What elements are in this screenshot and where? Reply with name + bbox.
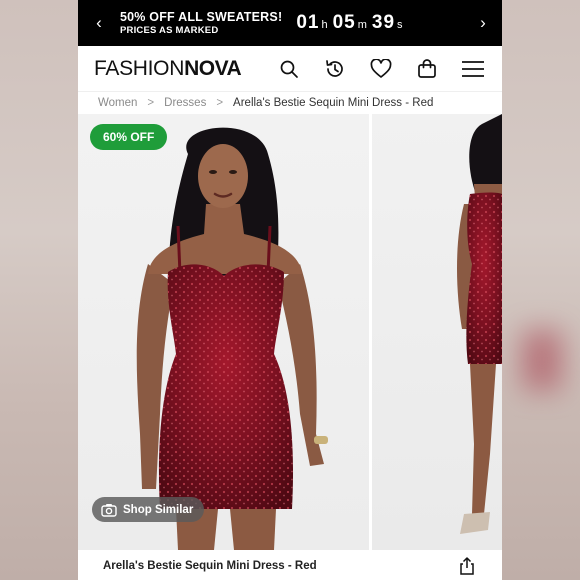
product-image-main[interactable]: 60% OFF Shop Similar — [78, 114, 369, 550]
timer-hours: 01 — [296, 12, 320, 33]
promo-subtitle: PRICES AS MARKED — [120, 24, 219, 36]
model-illustration-side — [457, 114, 502, 534]
promo-title: 50% OFF ALL SWEATERS! — [120, 9, 283, 24]
breadcrumb-item-current: Arella's Bestie Sequin Mini Dress - Red — [233, 97, 434, 109]
promo-banner[interactable]: ‹ 50% OFF ALL SWEATERS! PRICES AS MARKED… — [78, 0, 502, 46]
breadcrumb-separator: > — [216, 97, 224, 109]
phone-screen: ‹ 50% OFF ALL SWEATERS! PRICES AS MARKED… — [78, 0, 502, 580]
breadcrumb: Women > Dresses > Arella's Bestie Sequin… — [78, 92, 502, 114]
breadcrumb-item-dresses[interactable]: Dresses — [164, 97, 206, 109]
share-icon[interactable] — [457, 556, 477, 576]
chevron-right-icon[interactable]: › — [474, 13, 492, 33]
logo-light-text: FASHION — [94, 56, 185, 80]
fashion-nova-logo[interactable]: FASHION NOVA — [94, 56, 242, 81]
camera-icon — [101, 503, 117, 517]
search-icon[interactable] — [276, 56, 302, 82]
promo-text: 50% OFF ALL SWEATERS! PRICES AS MARKED — [120, 10, 282, 37]
product-gallery[interactable]: 60% OFF Shop Similar — [78, 114, 502, 550]
shop-similar-button[interactable]: Shop Similar — [92, 497, 205, 522]
breadcrumb-separator: > — [147, 97, 155, 109]
menu-icon[interactable] — [460, 56, 486, 82]
background-left-blur — [0, 0, 78, 580]
background-right-blur — [502, 0, 580, 580]
product-image-secondary[interactable] — [372, 114, 502, 550]
model-illustration-front — [136, 127, 328, 550]
timer-seconds-unit: s — [397, 19, 403, 31]
header-icons — [276, 56, 486, 82]
product-title-bar: Arella's Bestie Sequin Mini Dress - Red — [78, 552, 502, 580]
timer-seconds: 39 — [371, 12, 396, 33]
history-icon[interactable] — [322, 56, 348, 82]
site-header: FASHION NOVA — [78, 46, 502, 92]
timer-minutes-unit: m — [357, 19, 367, 31]
timer-hours-unit: h — [321, 19, 328, 31]
discount-badge: 60% OFF — [90, 124, 168, 150]
chevron-left-icon[interactable]: ‹ — [90, 13, 108, 33]
bag-icon[interactable] — [414, 56, 440, 82]
product-name: Arella's Bestie Sequin Mini Dress - Red — [103, 560, 317, 572]
logo-bold-text: NOVA — [184, 56, 242, 80]
shop-similar-label: Shop Similar — [123, 503, 194, 516]
breadcrumb-item-women[interactable]: Women — [98, 97, 137, 109]
timer-minutes: 05 — [332, 12, 356, 33]
countdown-timer: 01 h 05 m 39 s — [296, 12, 407, 34]
heart-icon[interactable] — [368, 56, 394, 82]
